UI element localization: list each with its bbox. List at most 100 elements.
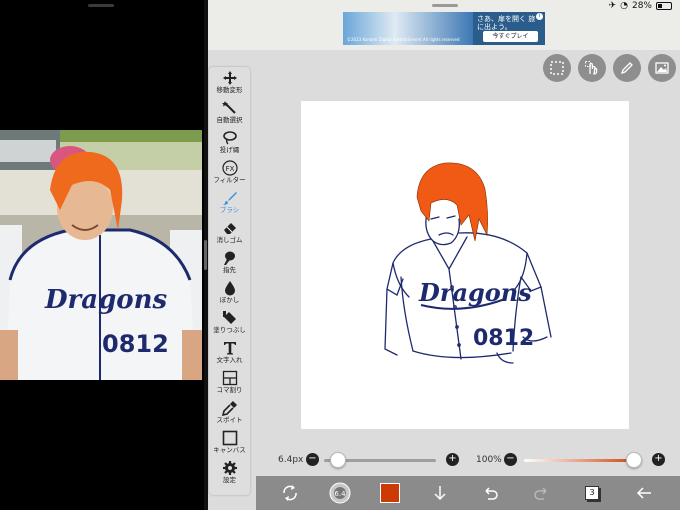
brush-size-increase-button[interactable]: + xyxy=(446,453,459,466)
tool-eraser-label: 消しゴム xyxy=(216,236,243,244)
drawing-jersey-name: Dragons xyxy=(418,278,532,307)
tool-lasso[interactable]: 投げ縄 xyxy=(209,129,250,159)
tool-frame-divider-label: コマ割り xyxy=(216,386,243,394)
tool-eyedropper[interactable]: スポイト xyxy=(209,399,250,429)
eraser-icon xyxy=(223,223,236,234)
canvas-icon xyxy=(222,430,237,446)
hand-icon xyxy=(585,61,598,75)
pane-handle[interactable] xyxy=(88,4,114,7)
tool-brush[interactable]: ブラシ xyxy=(209,189,250,219)
tool-palette: 移動変形 自動選択 投げ縄 FX フィルター ブラシ 消しゴム 指先 ぼかし 塗… xyxy=(209,67,250,495)
selection-button[interactable] xyxy=(543,54,571,82)
tool-text-label: 文字入れ xyxy=(216,356,243,364)
tool-magic-wand[interactable]: 自動選択 xyxy=(209,99,250,129)
rotate-arrows-icon xyxy=(283,485,297,501)
tool-frame-divider[interactable]: コマ割り xyxy=(209,369,250,399)
tool-fill-label: 塗りつぶし xyxy=(213,326,246,334)
opacity-track[interactable] xyxy=(524,459,642,462)
image-icon xyxy=(655,62,669,74)
text-icon xyxy=(223,342,236,355)
wifi-icon: ◔ xyxy=(620,1,628,11)
tool-lasso-label: 投げ縄 xyxy=(219,146,240,154)
tool-finger-label: 指先 xyxy=(223,266,236,274)
opacity-decrease-button[interactable]: − xyxy=(504,453,517,466)
ad-text: さあ、扉を開く 旅に出よう。 xyxy=(477,15,536,31)
frame-divider-icon xyxy=(222,370,237,386)
reset-view-button[interactable] xyxy=(278,481,302,505)
layer-count: 3 xyxy=(585,486,599,500)
tool-filter[interactable]: FX フィルター xyxy=(209,159,250,189)
tool-move-label: 移動変形 xyxy=(216,86,243,94)
tool-filter-label: フィルター xyxy=(213,176,246,184)
ad-info-icon[interactable]: i xyxy=(536,13,543,20)
brush-preview-button[interactable]: 6.4 xyxy=(328,481,352,505)
tool-eyedropper-label: スポイト xyxy=(216,416,243,424)
tool-blur-label: ぼかし xyxy=(219,296,240,304)
tool-brush-label: ブラシ xyxy=(219,206,240,214)
ad-play-button[interactable]: 今すぐプレイ xyxy=(483,31,538,42)
tool-canvas[interactable]: キャンバス xyxy=(209,429,250,459)
redo-button[interactable] xyxy=(530,481,554,505)
undo-icon xyxy=(485,487,498,500)
arrow-down-icon xyxy=(434,486,446,501)
tool-canvas-label: キャンバス xyxy=(213,446,246,454)
touch-mode-button[interactable] xyxy=(578,54,606,82)
ad-copyright: ©2023 Konami Digital Entertainment All r… xyxy=(347,37,460,42)
reference-photo: Dragons 0812 xyxy=(0,130,202,380)
tool-magic-wand-label: 自動選択 xyxy=(216,116,243,124)
opacity-knob[interactable] xyxy=(626,452,642,468)
ad-banner[interactable]: ©2023 Konami Digital Entertainment All r… xyxy=(343,12,545,45)
pen-icon xyxy=(620,62,633,75)
tool-fill[interactable]: 塗りつぶし xyxy=(209,309,250,339)
brush-preview-icon: 6.4 xyxy=(329,482,351,504)
svg-text:6.4: 6.4 xyxy=(334,490,346,498)
drawing-app: ✈ ◔ 28% ©2023 Konami Digital Entertainme… xyxy=(208,0,680,510)
blur-drop-icon xyxy=(224,281,235,296)
arrow-left-icon xyxy=(636,487,651,499)
tool-eraser[interactable]: 消しゴム xyxy=(209,219,250,249)
undo-button[interactable] xyxy=(478,481,502,505)
pen-mode-button[interactable] xyxy=(613,54,641,82)
reference-photo-pane: Dragons 0812 xyxy=(0,0,204,510)
tool-settings[interactable]: 設定 xyxy=(209,459,250,489)
battery-icon xyxy=(656,2,672,10)
brush-settings-row: 6.4px − + 100% − + xyxy=(268,450,678,470)
eyedropper-icon xyxy=(221,401,237,416)
tool-move[interactable]: 移動変形 xyxy=(209,69,250,99)
opacity-increase-button[interactable]: + xyxy=(652,453,665,466)
app-handle[interactable] xyxy=(432,4,458,7)
drawing-canvas[interactable]: Dragons 0812 xyxy=(301,101,629,429)
tool-finger[interactable]: 指先 xyxy=(209,249,250,279)
drawing-jersey-number: 0812 xyxy=(473,326,534,351)
layers-button[interactable]: 3 xyxy=(580,481,604,505)
split-grip[interactable] xyxy=(204,240,207,270)
tool-blur[interactable]: ぼかし xyxy=(209,279,250,309)
magic-wand-icon xyxy=(221,101,236,114)
gallery-button[interactable] xyxy=(648,54,676,82)
brush-size-label: 6.4px xyxy=(278,455,304,465)
photo-jersey-name: Dragons xyxy=(44,285,168,315)
redo-icon xyxy=(534,487,547,500)
screen: Dragons 0812 ✈ ◔ 28% ©2023 Konami Digita… xyxy=(0,0,680,510)
brush-icon xyxy=(222,192,237,205)
tool-text[interactable]: 文字入れ xyxy=(209,339,250,369)
brush-size-decrease-button[interactable]: − xyxy=(306,453,319,466)
tool-settings-label: 設定 xyxy=(223,476,236,484)
back-button[interactable] xyxy=(632,481,656,505)
opacity-label: 100% xyxy=(476,455,502,465)
color-picker-button[interactable] xyxy=(378,481,402,505)
lasso-icon xyxy=(222,131,237,145)
finger-icon xyxy=(223,251,235,265)
photo-jersey-number: 0812 xyxy=(102,330,169,358)
svg-text:FX: FX xyxy=(225,165,234,173)
airplane-icon: ✈ xyxy=(608,1,617,11)
fill-bucket-icon xyxy=(222,311,236,324)
move-icon xyxy=(222,71,237,85)
fx-icon: FX xyxy=(221,160,238,176)
settings-gear-icon xyxy=(222,461,237,475)
bottom-toolbar: 6.4 3 xyxy=(256,476,680,510)
brush-size-knob[interactable] xyxy=(329,452,346,468)
download-button[interactable] xyxy=(428,481,452,505)
current-color-swatch xyxy=(380,483,400,503)
status-icons: ✈ ◔ 28% xyxy=(609,1,672,11)
